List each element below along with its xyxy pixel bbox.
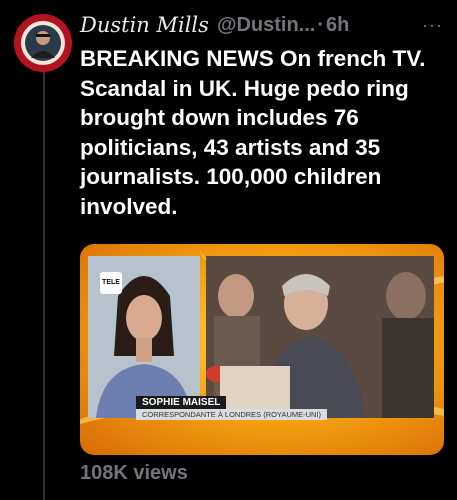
thread-connector-line	[43, 72, 45, 500]
avatar-image	[14, 14, 72, 72]
footage-video-panel	[206, 256, 434, 418]
timestamp[interactable]: 6h	[326, 14, 349, 37]
tweet-body-text: BREAKING NEWS On french TV. Scandal in U…	[80, 46, 426, 219]
more-options-icon[interactable]: ···	[422, 15, 449, 36]
channel-logo: TELE	[100, 272, 122, 294]
tweet-header: Dustin Mills @Dustin... · 6h ···	[80, 10, 449, 40]
separator-dot: ·	[317, 13, 324, 36]
user-handle[interactable]: @Dustin...	[217, 14, 315, 37]
lower-third-name: SOPHIE MAISEL	[136, 396, 227, 409]
display-name[interactable]: Dustin Mills	[80, 13, 209, 37]
view-count[interactable]: 108K views	[80, 462, 188, 485]
lower-third-role: CORRESPONDANTE À LONDRES (ROYAUME-UNI)	[136, 409, 328, 420]
news-lower-third: SOPHIE MAISEL CORRESPONDANTE À LONDRES (…	[136, 396, 328, 422]
tweet-media-image[interactable]: TELE SOPHIE MAISEL CORRESPONDANTE À LOND…	[80, 244, 444, 455]
avatar[interactable]	[14, 14, 72, 72]
footage-scene	[206, 256, 434, 418]
reporter-video-panel: TELE	[88, 256, 200, 418]
